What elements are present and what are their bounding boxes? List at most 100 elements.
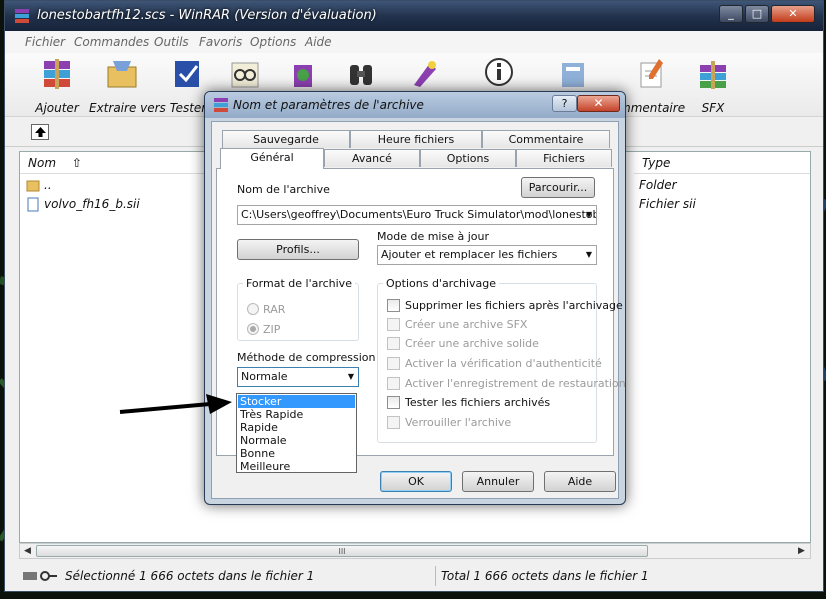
tab-options[interactable]: Options <box>420 149 516 167</box>
test-files-checkbox[interactable] <box>387 396 400 409</box>
sort-arrow-icon: ⇧ <box>71 156 82 170</box>
delete-after-checkbox[interactable] <box>387 299 400 312</box>
lock-archive-checkbox[interactable] <box>387 416 400 429</box>
format-rar-label: RAR <box>263 303 286 316</box>
info-icon <box>485 58 513 86</box>
extract-label: Extraire vers <box>89 101 166 115</box>
dialog-title-bar[interactable]: Nom et paramètres de l'archive ? ✕ <box>205 92 625 118</box>
column-name-label: Nom <box>28 156 57 170</box>
dialog-close-button[interactable]: ✕ <box>577 95 620 112</box>
folder-icon <box>26 180 40 192</box>
compression-dropdown-list: Stocker Très Rapide Rapide Normale Bonne… <box>236 393 357 473</box>
recovery-record-label: Activer l'enregistrement de restauration <box>405 377 626 390</box>
menu-aide[interactable]: Aide <box>305 35 332 49</box>
sfx-checkbox[interactable] <box>387 318 400 331</box>
up-arrow-icon <box>35 127 46 137</box>
comment-label: mmentaire <box>619 101 686 115</box>
cancel-button[interactable]: Annuler <box>462 471 534 492</box>
comment-button[interactable]: mmentaire <box>619 57 685 115</box>
sfx-button[interactable]: SFX <box>695 57 731 115</box>
format-zip-label: ZIP <box>263 323 281 336</box>
maximize-button[interactable]: □ <box>745 5 769 23</box>
menu-fichier[interactable]: Fichier <box>25 35 65 49</box>
solid-checkbox[interactable] <box>387 337 400 350</box>
add-label: Ajouter <box>35 101 79 115</box>
tab-heure-fichiers[interactable]: Heure fichiers <box>350 130 482 148</box>
compression-option-stocker[interactable]: Stocker <box>238 395 355 408</box>
help-button[interactable]: Aide <box>544 471 616 492</box>
repair-button[interactable] <box>553 57 593 94</box>
chevron-down-icon[interactable]: ▼ <box>348 368 354 386</box>
compression-value: Normale <box>241 370 288 383</box>
winrar-app-icon <box>214 98 228 112</box>
scroll-left-icon[interactable]: ◀ <box>24 546 31 556</box>
tab-fichiers[interactable]: Fichiers <box>516 149 612 167</box>
authenticity-checkbox[interactable] <box>387 357 400 370</box>
compression-select[interactable]: Normale ▼ <box>237 367 359 387</box>
menu-favoris[interactable]: Favoris <box>199 35 242 49</box>
compression-option-bonne[interactable]: Bonne <box>238 447 355 460</box>
sfx-label: SFX <box>701 101 725 115</box>
list-item-type: Folder <box>639 178 677 192</box>
menu-outils[interactable]: Outils <box>154 35 189 49</box>
scrollbar-thumb[interactable]: III <box>36 545 648 557</box>
test-files-label: Tester les fichiers archivés <box>405 396 551 409</box>
authenticity-label: Activer la vérification d'authenticité <box>405 357 602 370</box>
compression-option-meilleure[interactable]: Meilleure <box>238 460 355 473</box>
delete-recycle-icon <box>294 65 312 87</box>
format-zip-radio[interactable] <box>247 323 259 335</box>
list-item-name: volvo_fh16_b.sii <box>44 197 140 211</box>
delete-button[interactable] <box>283 57 323 94</box>
status-divider <box>435 566 436 586</box>
annotation-arrow-icon <box>119 394 232 414</box>
chevron-down-icon[interactable]: ▼ <box>586 246 592 264</box>
sfx-label: Créer une archive SFX <box>405 318 528 331</box>
update-mode-select[interactable]: Ajouter et remplacer les fichiers ▼ <box>377 245 597 265</box>
info-button[interactable] <box>479 57 519 94</box>
comment-pencil-icon <box>640 59 663 88</box>
compression-option-rapide[interactable]: Rapide <box>238 421 355 434</box>
up-folder-button[interactable] <box>31 124 49 140</box>
chevron-down-icon[interactable]: ▼ <box>586 206 592 224</box>
column-type-label: Type <box>642 156 671 170</box>
lock-archive-label: Verrouiller l'archive <box>405 416 512 429</box>
menu-commandes[interactable]: Commandes <box>74 35 149 49</box>
title-bar[interactable]: lonestobartfh12.scs - WinRAR (Version d'… <box>5 1 823 31</box>
compression-option-tres-rapide[interactable]: Très Rapide <box>238 408 355 421</box>
minimize-button[interactable]: _ <box>719 5 743 23</box>
dialog-help-button[interactable]: ? <box>552 95 577 112</box>
view-button[interactable] <box>225 57 265 94</box>
recovery-record-checkbox[interactable] <box>387 377 400 390</box>
menu-options[interactable]: Options <box>250 35 296 49</box>
close-button[interactable]: ✕ <box>771 5 815 23</box>
archive-name-label: Nom de l'archive <box>237 183 330 196</box>
menu-bar: Fichier Commandes Outils Favoris Options… <box>5 31 823 53</box>
extract-button[interactable]: Extraire vers <box>89 57 166 115</box>
format-rar-radio[interactable] <box>247 303 259 315</box>
archive-name-value: C:\Users\geoffrey\Documents\Euro Truck S… <box>241 208 597 221</box>
compression-label: Méthode de compression <box>237 351 376 364</box>
archive-books-icon <box>44 59 70 89</box>
horizontal-scrollbar[interactable]: ◀ III ▶ <box>19 543 811 559</box>
delete-after-label: Supprimer les fichiers après l'archivage <box>405 299 623 312</box>
list-item-type: Fichier sii <box>639 197 696 211</box>
status-bar: Sélectionné 1 666 octets dans le fichier… <box>19 566 811 586</box>
find-button[interactable] <box>341 57 381 94</box>
add-button[interactable]: Ajouter <box>35 57 79 115</box>
column-header-type[interactable]: Type <box>634 152 810 174</box>
tab-general[interactable]: Général <box>220 148 324 169</box>
profiles-button[interactable]: Profils... <box>237 239 359 260</box>
dialog-title: Nom et paramètres de l'archive <box>233 98 424 112</box>
test-button[interactable]: Tester <box>169 57 207 115</box>
solid-label: Créer une archive solide <box>405 337 539 350</box>
scroll-right-icon[interactable]: ▶ <box>798 546 805 556</box>
wizard-button[interactable] <box>405 57 445 94</box>
tab-avance[interactable]: Avancé <box>324 149 420 167</box>
compression-option-normale[interactable]: Normale <box>238 434 355 447</box>
ok-button[interactable]: OK <box>380 471 452 492</box>
update-mode-value: Ajouter et remplacer les fichiers <box>381 248 558 261</box>
archive-name-combo[interactable]: C:\Users\geoffrey\Documents\Euro Truck S… <box>237 205 597 225</box>
tab-sauvegarde[interactable]: Sauvegarde <box>222 130 350 148</box>
tab-commentaire[interactable]: Commentaire <box>482 130 610 148</box>
browse-button[interactable]: Parcourir... <box>521 177 595 198</box>
